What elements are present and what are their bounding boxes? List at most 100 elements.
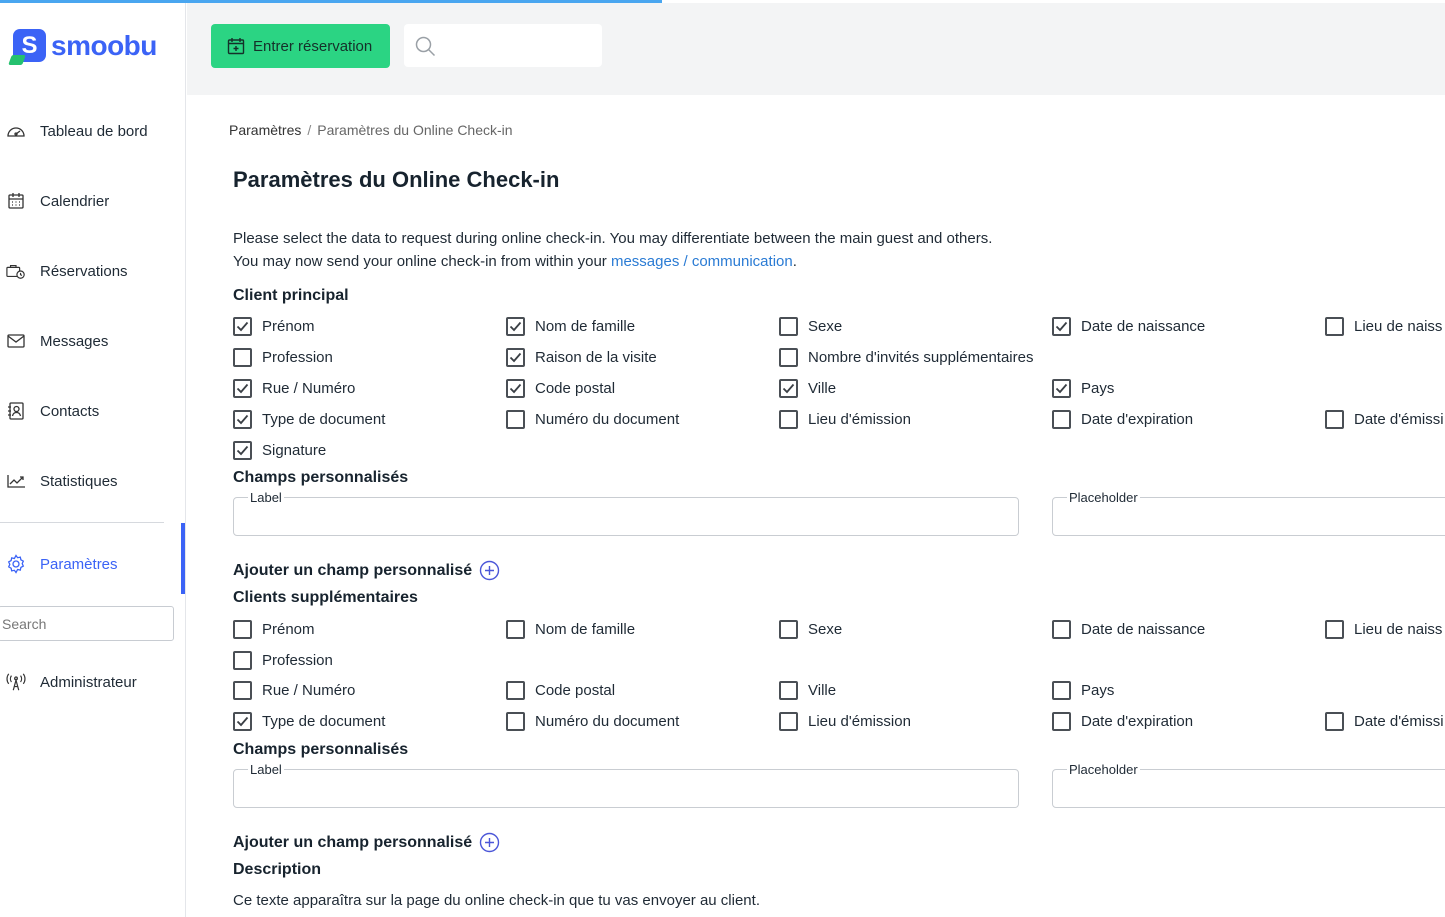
checkbox-field[interactable]: Type de document [233, 410, 385, 429]
checkbox-unchecked[interactable] [779, 348, 798, 367]
check-icon [509, 321, 522, 332]
main-custom-placeholder-field[interactable]: Placeholder [1052, 490, 1445, 536]
checkbox-checked[interactable] [506, 317, 525, 336]
add-custom-label: Ajouter un champ personnalisé [233, 833, 473, 851]
checkbox-checked[interactable] [1052, 379, 1071, 398]
checkbox-checked[interactable] [233, 712, 252, 731]
checkbox-checked[interactable] [233, 410, 252, 429]
additional-custom-label-input[interactable] [234, 770, 1018, 807]
brand-logo[interactable]: S smoobu [8, 29, 157, 65]
checkbox-field[interactable]: Date d'émissi [1325, 410, 1444, 429]
checkbox-field[interactable]: Date de naissance [1052, 620, 1205, 639]
chart-icon [6, 471, 26, 491]
checkbox-checked[interactable] [506, 348, 525, 367]
checkbox-unchecked[interactable] [233, 651, 252, 670]
checkbox-field[interactable]: Prénom [233, 620, 315, 639]
additional-custom-label-field[interactable]: Label [233, 762, 1019, 808]
checkbox-field[interactable]: Nom de famille [506, 317, 635, 336]
checkbox-unchecked[interactable] [233, 348, 252, 367]
sidebar-item-contacts[interactable]: Contacts [0, 391, 186, 431]
checkbox-checked[interactable] [233, 317, 252, 336]
additional-custom-placeholder-field[interactable]: Placeholder [1052, 762, 1445, 808]
checkbox-field[interactable]: Nombre d'invités supplémentaires [779, 348, 1033, 367]
main-custom-label-field[interactable]: Label [233, 490, 1019, 536]
checkbox-field[interactable]: Nom de famille [506, 620, 635, 639]
brand-name: smoobu [51, 29, 157, 61]
checkbox-unchecked[interactable] [779, 410, 798, 429]
checkbox-field[interactable]: Type de document [233, 712, 385, 731]
checkbox-unchecked[interactable] [506, 410, 525, 429]
checkbox-field[interactable]: Numéro du document [506, 712, 679, 731]
checkbox-field[interactable]: Lieu d'émission [779, 712, 911, 731]
checkbox-unchecked[interactable] [1052, 410, 1071, 429]
checkbox-field[interactable]: Ville [779, 681, 836, 700]
checkbox-unchecked[interactable] [779, 620, 798, 639]
checkbox-field[interactable]: Code postal [506, 379, 615, 398]
checkbox-field[interactable]: Profession [233, 348, 333, 367]
additional-add-custom-field-button[interactable]: Ajouter un champ personnalisé [233, 832, 500, 853]
checkbox-field[interactable]: Prénom [233, 317, 315, 336]
checkbox-field[interactable]: Profession [233, 651, 333, 670]
checkbox-checked[interactable] [233, 441, 252, 460]
breadcrumb-current: Paramètres du Online Check-in [317, 122, 513, 138]
checkbox-field[interactable]: Lieu de naiss [1325, 620, 1442, 639]
checkbox-field[interactable]: Ville [779, 379, 836, 398]
checkbox-unchecked[interactable] [779, 712, 798, 731]
checkbox-unchecked[interactable] [506, 620, 525, 639]
checkbox-field[interactable]: Numéro du document [506, 410, 679, 429]
checkbox-unchecked[interactable] [233, 681, 252, 700]
checkbox-checked[interactable] [1052, 317, 1071, 336]
checkbox-field[interactable]: Sexe [779, 317, 842, 336]
checkbox-unchecked[interactable] [1325, 317, 1344, 336]
new-booking-button[interactable]: Entrer réservation [211, 24, 390, 68]
sidebar-item-dashboard[interactable]: Tableau de bord [0, 111, 186, 151]
checkbox-checked[interactable] [779, 379, 798, 398]
checkbox-field[interactable]: Date d'émissi [1325, 712, 1444, 731]
checkbox-unchecked[interactable] [1325, 712, 1344, 731]
checkbox-unchecked[interactable] [233, 620, 252, 639]
checkbox-unchecked[interactable] [1052, 712, 1071, 731]
checkbox-field[interactable]: Date d'expiration [1052, 712, 1193, 731]
checkbox-field[interactable]: Rue / Numéro [233, 681, 355, 700]
checkbox-unchecked[interactable] [779, 681, 798, 700]
checkbox-unchecked[interactable] [1052, 681, 1071, 700]
checkbox-field[interactable]: Sexe [779, 620, 842, 639]
new-booking-label: Entrer réservation [253, 37, 373, 55]
checkbox-unchecked[interactable] [1325, 620, 1344, 639]
sidebar-search-input[interactable] [0, 606, 174, 641]
sidebar-item-admin[interactable]: Administrateur [0, 662, 186, 702]
sidebar-item-settings[interactable]: Paramètres [0, 544, 186, 584]
sidebar-item-messages[interactable]: Messages [0, 321, 186, 361]
top-search-input[interactable] [444, 37, 594, 54]
additional-guests-heading: Clients supplémentaires [233, 589, 418, 606]
main-custom-label-input[interactable] [234, 498, 1018, 535]
checkbox-unchecked[interactable] [1325, 410, 1344, 429]
checkbox-checked[interactable] [506, 379, 525, 398]
checkbox-field[interactable]: Lieu de naiss [1325, 317, 1442, 336]
checkbox-field[interactable]: Date de naissance [1052, 317, 1205, 336]
checkbox-field[interactable]: Lieu d'émission [779, 410, 911, 429]
breadcrumb-root[interactable]: Paramètres [229, 122, 301, 138]
check-icon [236, 414, 249, 425]
checkbox-unchecked[interactable] [779, 317, 798, 336]
checkbox-field[interactable]: Pays [1052, 681, 1114, 700]
sidebar-item-reservations[interactable]: Réservations [0, 251, 186, 291]
sidebar-item-statistics[interactable]: Statistiques [0, 461, 186, 501]
messages-communication-link[interactable]: messages / communication [611, 253, 793, 270]
checkbox-field[interactable]: Date d'expiration [1052, 410, 1193, 429]
check-icon [1055, 321, 1068, 332]
checkbox-field[interactable]: Pays [1052, 379, 1114, 398]
checkbox-field[interactable]: Code postal [506, 681, 615, 700]
checkbox-field[interactable]: Signature [233, 441, 326, 460]
top-search[interactable] [404, 24, 602, 67]
field-legend: Placeholder [1067, 762, 1140, 777]
sidebar-item-label: Statistiques [40, 472, 118, 490]
main-add-custom-field-button[interactable]: Ajouter un champ personnalisé [233, 560, 500, 581]
checkbox-unchecked[interactable] [506, 712, 525, 731]
checkbox-field[interactable]: Raison de la visite [506, 348, 657, 367]
checkbox-checked[interactable] [233, 379, 252, 398]
checkbox-unchecked[interactable] [1052, 620, 1071, 639]
checkbox-unchecked[interactable] [506, 681, 525, 700]
sidebar-item-calendar[interactable]: Calendrier [0, 181, 186, 221]
checkbox-field[interactable]: Rue / Numéro [233, 379, 355, 398]
